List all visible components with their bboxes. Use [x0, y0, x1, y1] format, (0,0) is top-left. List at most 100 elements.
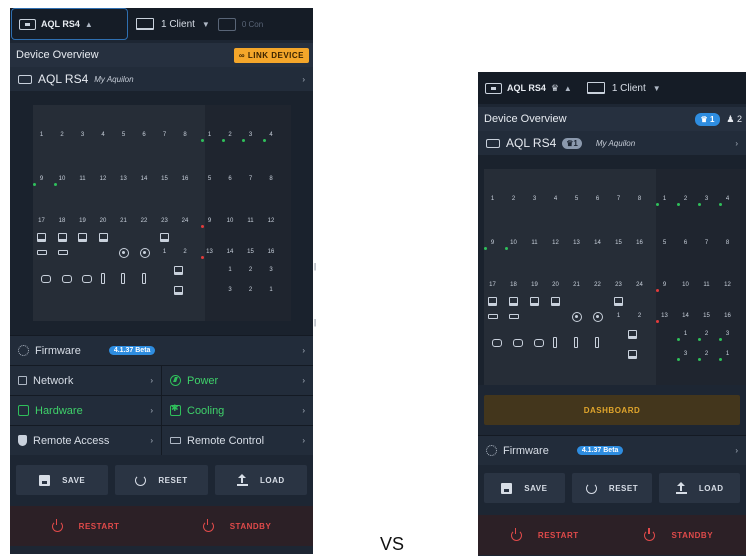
standby-button[interactable]: STANDBY	[644, 527, 713, 541]
device-icon	[485, 82, 502, 94]
save-button[interactable]: SAVE	[16, 465, 109, 495]
device-name: AQL RS4	[507, 83, 546, 93]
firmware-label: Firmware	[35, 344, 81, 357]
port-label: 1	[490, 196, 495, 202]
action-buttons: SAVE RESET LOAD	[478, 473, 746, 503]
device-row[interactable]: AQL RS4 ♛1 My Aquilon ›	[478, 131, 746, 155]
chevron-right-icon: ›	[302, 376, 305, 385]
save-button[interactable]: SAVE	[484, 473, 565, 503]
port-label: 11	[247, 218, 254, 224]
port-grid: 1 2 3 4 5 6 7 8 1 2 3 4 9 10 11 12 13 14 15 16 5 6 7 8 17 18 19 20 2…	[33, 105, 291, 321]
port-label: 12	[267, 218, 275, 224]
load-button[interactable]: LOAD	[214, 465, 307, 495]
slot-icon	[595, 337, 599, 348]
device-model: AQL RS4	[506, 136, 557, 150]
network-item[interactable]: Network ›	[10, 366, 161, 395]
chevron-right-icon: ›	[302, 406, 305, 415]
right-panel: AQL RS4 ♛ ▲ 1 Client ▼ Device Overview ♛…	[478, 72, 746, 556]
ethernet-port-icon	[57, 233, 67, 242]
client-selector[interactable]: 1 Client ▼	[128, 18, 218, 30]
hardware-item[interactable]: Hardware ›	[10, 396, 161, 425]
port-label: 3	[719, 330, 732, 341]
remote-access-label: Remote Access	[33, 434, 110, 447]
cooling-item[interactable]: Cooling ›	[161, 396, 313, 425]
port-label: 4	[101, 132, 105, 138]
port-label: 3	[677, 350, 690, 361]
device-selector[interactable]: AQL RS4 ▲	[11, 8, 128, 40]
port-label: 9	[656, 281, 669, 292]
ethernet-port-icon	[530, 297, 539, 306]
usb-port-icon	[488, 314, 498, 319]
top-bar: AQL RS4 ▲ 1 Client ▼ 0 Con	[10, 8, 313, 40]
port-label: 2	[183, 249, 187, 255]
port-label: 2	[511, 196, 516, 202]
port-label: 4	[719, 195, 732, 206]
port-label: 13	[573, 240, 580, 246]
ethernet-port-icon	[628, 330, 637, 339]
port-label: 5	[574, 196, 579, 202]
power-off-icon	[510, 527, 522, 541]
chevron-right-icon: ›	[150, 436, 153, 445]
port-label: 7	[704, 240, 709, 246]
device-icon	[19, 18, 36, 30]
standby-button[interactable]: STANDBY	[202, 518, 272, 532]
menu-row-hardware-cooling: Hardware › Cooling ›	[10, 395, 313, 425]
port-label: 14	[682, 313, 689, 319]
remote-control-item[interactable]: Remote Control ›	[161, 426, 313, 455]
restart-button[interactable]: RESTART	[51, 518, 120, 532]
firmware-row[interactable]: Firmware 4.1.37 Beta ›	[10, 335, 313, 365]
port-label: 1	[228, 267, 232, 273]
chevron-right-icon: ›	[735, 446, 738, 455]
dashboard-button[interactable]: DASHBOARD	[484, 395, 740, 425]
reset-button[interactable]: RESET	[571, 473, 653, 503]
connections-indicator[interactable]: 0 Con	[217, 17, 264, 31]
reset-icon	[585, 482, 597, 494]
restart-button[interactable]: RESTART	[510, 527, 579, 541]
firmware-row[interactable]: Firmware 4.1.37 Beta ›	[478, 435, 746, 465]
power-item[interactable]: Power ›	[161, 366, 313, 395]
client-selector[interactable]: 1 Client ▼	[579, 82, 669, 94]
port-label: 9	[201, 217, 214, 228]
port-label: 10	[505, 240, 517, 250]
port-label: 7	[616, 196, 621, 202]
port-label: 3	[698, 195, 711, 206]
port-label: 5	[207, 176, 212, 182]
audio-port-icon	[119, 248, 129, 258]
ethernet-port-icon	[37, 233, 46, 242]
device-row[interactable]: AQL RS4 My Aquilon ›	[10, 67, 313, 91]
connections-icon	[217, 17, 236, 31]
port-label: 6	[142, 132, 146, 138]
caret-up-icon: ▲	[84, 19, 93, 29]
slot-icon	[553, 337, 557, 348]
audio-port-icon	[139, 248, 150, 258]
port-label: 16	[636, 240, 643, 246]
port-label: 16	[181, 176, 189, 182]
crown-badge[interactable]: ♛ 1	[694, 112, 721, 126]
remote-icon	[170, 437, 181, 444]
port-label: 6	[595, 196, 600, 202]
connections-label: 0 Con	[241, 19, 264, 29]
port-label: 8	[269, 176, 273, 182]
link-device-button[interactable]: ∞ LINK DEVICE	[233, 47, 309, 63]
laptop-icon	[586, 82, 605, 94]
reset-button[interactable]: RESET	[115, 465, 208, 495]
remote-access-item[interactable]: Remote Access ›	[10, 426, 161, 455]
device-selector[interactable]: AQL RS4 ♛ ▲	[478, 72, 579, 104]
port-map: 1 2 3 4 5 6 7 8 1 2 3 4 9 10 11 12 13 14 15 16 5 6 7 8 17 18 19 20 2…	[10, 91, 313, 335]
hdmi-port-icon	[513, 339, 523, 347]
port-label: 1	[616, 313, 621, 319]
ethernet-port-icon	[628, 350, 637, 359]
vs-label: VS	[380, 534, 405, 554]
port-label: 2	[698, 330, 711, 341]
port-label: 4	[553, 196, 558, 202]
top-bar: AQL RS4 ♛ ▲ 1 Client ▼	[478, 72, 746, 104]
port-label: 2	[637, 313, 642, 319]
laptop-icon	[136, 18, 154, 30]
cooling-label: Cooling	[187, 404, 225, 417]
port-label: 15	[247, 249, 254, 255]
section-title: Device Overview	[484, 113, 567, 125]
shield-icon	[18, 435, 27, 446]
load-button[interactable]: LOAD	[659, 473, 741, 503]
port-label: 15	[161, 176, 168, 182]
hardware-icon	[18, 405, 29, 416]
